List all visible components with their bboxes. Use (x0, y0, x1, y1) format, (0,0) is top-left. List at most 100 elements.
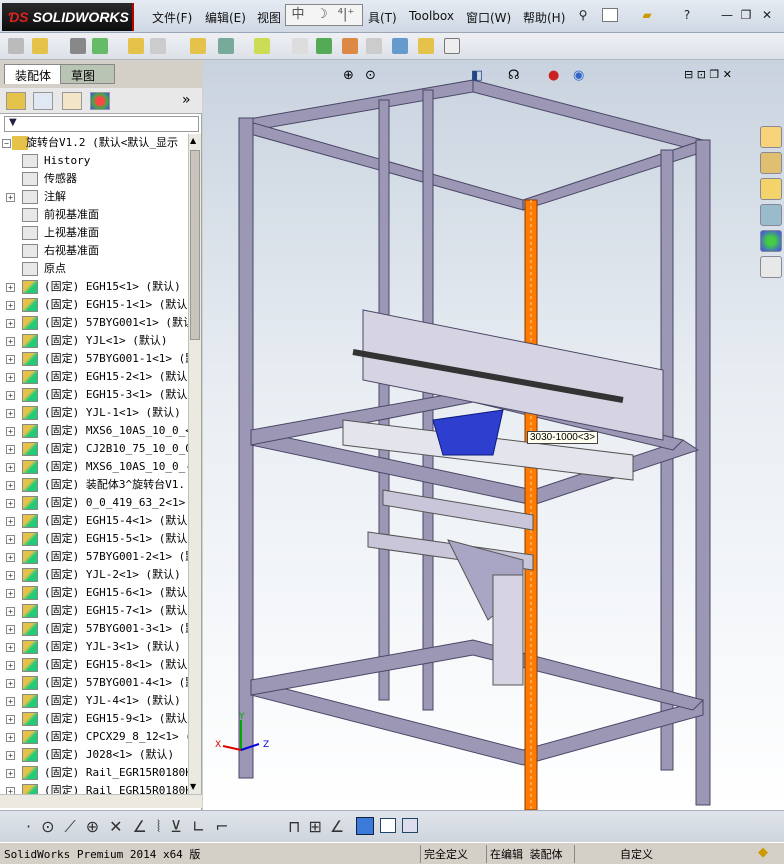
menu-view[interactable]: 视图 (257, 9, 281, 26)
viewport-split-icon[interactable]: ⊟ ⊡ ❐ ✕ (684, 68, 732, 81)
expand-icon[interactable]: + (6, 499, 15, 508)
display-style-icon[interactable]: ☊ (508, 68, 520, 83)
appearances-icon[interactable] (760, 230, 782, 252)
minimize-icon[interactable]: — (720, 8, 734, 22)
expand-icon[interactable]: + (6, 535, 15, 544)
menu-toolbox[interactable]: Toolbox (409, 9, 454, 23)
file-explorer-icon[interactable] (760, 178, 782, 200)
view-tools-icons[interactable]: ⊓⊞∠ (288, 817, 352, 836)
expand-icon[interactable]: + (6, 391, 15, 400)
expand-icon[interactable]: + (6, 409, 15, 418)
tree-scrollbar[interactable]: ▲ ▼ (188, 134, 201, 794)
tab-sketch[interactable]: 草图 (60, 64, 115, 84)
section-view-icon[interactable] (380, 818, 396, 833)
filter-field[interactable]: ▼ (4, 116, 199, 132)
reference-geometry-icon[interactable] (254, 38, 270, 54)
menu-tools[interactable]: 具(T) (368, 9, 397, 26)
status-custom[interactable]: 自定义 (620, 846, 653, 862)
expand-icon[interactable]: + (6, 553, 15, 562)
open-folder-icon[interactable]: ▰ (640, 8, 654, 22)
ime-moon-icon[interactable]: ☽ (310, 5, 334, 25)
expand-icon[interactable]: + (6, 481, 15, 490)
show-hidden-icon[interactable] (190, 38, 206, 54)
menu-edit[interactable]: 编辑(E) (205, 9, 246, 26)
expand-icon[interactable]: + (6, 319, 15, 328)
scroll-down-icon[interactable]: ▼ (190, 782, 200, 792)
graphics-area[interactable]: X Y Z ⊕ ⊙ ◧ ☊ ● ◉ ⊟ ⊡ ❐ ✕ (203, 60, 784, 811)
expand-icon[interactable]: + (6, 787, 15, 794)
expand-icon[interactable]: + (6, 715, 15, 724)
expand-icon[interactable]: + (6, 661, 15, 670)
insert-component-icon[interactable] (32, 38, 48, 54)
ime-punct[interactable]: ⁴|⁺ (334, 5, 358, 25)
tree-hscrollbar[interactable] (0, 794, 202, 808)
scroll-thumb[interactable] (190, 150, 200, 340)
component-callout[interactable]: 3030-1000<3> (527, 431, 599, 444)
zoom-to-fit-icon[interactable]: ⊕ (343, 68, 354, 83)
expand-icon[interactable]: + (6, 283, 15, 292)
explode-line-sketch-icon[interactable] (366, 38, 382, 54)
bill-of-materials-icon[interactable] (316, 38, 332, 54)
view-palette-icon[interactable] (760, 204, 782, 226)
window-layout-icon[interactable] (402, 818, 418, 833)
assembly-features-icon[interactable] (218, 38, 234, 54)
sketch-tools-icons[interactable]: ·⊙⟋⊕✕∠⦚⊻∟⌐ (26, 817, 239, 837)
expand-icon[interactable]: + (6, 193, 15, 202)
exploded-view-icon[interactable] (342, 38, 358, 54)
expand-icon[interactable]: + (6, 697, 15, 706)
move-component-icon[interactable] (150, 38, 166, 54)
clearance-verification-icon[interactable] (418, 38, 434, 54)
mate-icon[interactable] (70, 38, 86, 54)
scene-icon[interactable]: ◉ (573, 68, 584, 83)
close-icon[interactable]: ✕ (760, 8, 774, 22)
feature-manager-icon[interactable] (6, 92, 26, 110)
menu-file[interactable]: 文件(F) (152, 9, 192, 26)
ime-toolbar[interactable]: 中 ☽ ⁴|⁺ (285, 4, 363, 26)
expand-icon[interactable]: + (6, 445, 15, 454)
appearance-icon[interactable]: ● (548, 68, 559, 83)
zoom-area-icon[interactable]: ⊙ (365, 68, 376, 83)
display-manager-icon[interactable] (90, 92, 110, 110)
expand-icon[interactable]: + (6, 643, 15, 652)
new-document-icon[interactable] (602, 8, 618, 22)
expand-icon[interactable]: + (6, 751, 15, 760)
expand-icon[interactable]: + (6, 337, 15, 346)
expand-icon[interactable]: + (6, 625, 15, 634)
linear-pattern-icon[interactable] (92, 38, 108, 54)
expand-icon[interactable]: + (6, 373, 15, 382)
ime-mode[interactable]: 中 (286, 5, 310, 25)
design-library-icon[interactable] (760, 152, 782, 174)
rotary-part[interactable] (432, 409, 504, 456)
tab-assembly[interactable]: 装配体 (4, 64, 63, 84)
expand-icon[interactable]: + (6, 589, 15, 598)
scroll-up-icon[interactable]: ▲ (190, 136, 200, 146)
assembly-tool-icon[interactable] (8, 38, 24, 54)
solidworks-logo[interactable]: ƊS SOLIDWORKS (2, 3, 134, 31)
hole-alignment-icon[interactable] (444, 38, 460, 54)
expand-icon[interactable]: + (6, 427, 15, 436)
menu-window[interactable]: 窗口(W) (466, 9, 511, 26)
restore-icon[interactable]: ❐ (739, 8, 753, 22)
expand-icon[interactable]: + (6, 355, 15, 364)
smart-fasteners-icon[interactable] (128, 38, 144, 54)
custom-properties-icon[interactable] (760, 256, 782, 278)
pin-icon[interactable]: ⚲ (576, 8, 590, 22)
expand-icon[interactable]: + (6, 679, 15, 688)
configuration-manager-icon[interactable] (62, 92, 82, 110)
new-motion-study-icon[interactable] (292, 38, 308, 54)
expand-icon[interactable]: + (6, 571, 15, 580)
expand-icon[interactable]: + (6, 463, 15, 472)
shaded-view-icon[interactable] (356, 817, 374, 835)
home-icon[interactable] (760, 126, 782, 148)
expand-icon[interactable]: + (6, 517, 15, 526)
expand-icon[interactable]: + (6, 769, 15, 778)
expand-icon[interactable]: + (6, 607, 15, 616)
tag-icon[interactable]: ◆ (758, 845, 768, 860)
root-collapse-icon[interactable]: − (2, 139, 11, 148)
property-manager-icon[interactable] (33, 92, 53, 110)
help-icon[interactable]: ? (680, 8, 694, 22)
expand-panel-icon[interactable]: » (182, 92, 191, 108)
view-orientation-icon[interactable]: ◧ (471, 68, 483, 83)
expand-icon[interactable]: + (6, 301, 15, 310)
expand-icon[interactable]: + (6, 733, 15, 742)
